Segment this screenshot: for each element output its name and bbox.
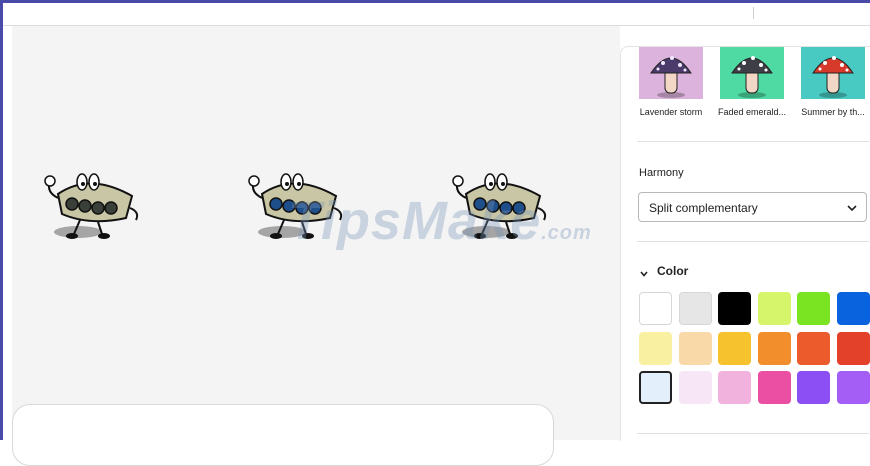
color-swatch[interactable] (757, 292, 791, 325)
bottom-card (12, 404, 554, 466)
divider (637, 433, 869, 434)
preset-thumbnail[interactable] (801, 47, 865, 99)
preset-thumbnail[interactable] (720, 47, 784, 99)
chevron-down-icon (639, 266, 649, 284)
watermark: TipsMake.com (288, 190, 592, 252)
mascot-image[interactable] (40, 162, 140, 247)
preset-label: Faded emerald... (717, 107, 787, 117)
color-swatch[interactable] (639, 371, 672, 404)
color-swatch[interactable] (718, 331, 751, 365)
color-swatch[interactable] (678, 331, 712, 365)
color-swatch[interactable] (836, 292, 870, 325)
color-swatch[interactable] (797, 292, 830, 325)
generate-panel: Lavender storm Faded emerald... Summer b… (620, 46, 870, 441)
color-swatch[interactable] (718, 292, 751, 325)
mushroom-icon (801, 47, 865, 99)
mushroom-icon (720, 47, 784, 99)
color-swatch[interactable] (757, 371, 791, 404)
preset-label: Lavender storm (639, 107, 703, 117)
color-swatch[interactable] (678, 371, 712, 404)
color-swatch[interactable] (639, 331, 672, 365)
color-section-title: Color (657, 264, 689, 278)
harmony-select[interactable]: Split complementary (638, 192, 867, 222)
color-swatch[interactable] (836, 331, 870, 365)
color-swatch[interactable] (797, 371, 830, 404)
preset-thumbnail[interactable] (639, 47, 703, 99)
watermark-suffix: .com (541, 222, 592, 244)
color-swatch[interactable] (836, 371, 870, 404)
mushroom-icon (639, 47, 703, 99)
harmony-select-value: Split complementary (649, 201, 758, 215)
color-swatch[interactable] (757, 331, 791, 365)
color-swatch[interactable] (718, 371, 751, 404)
watermark-main: TipsMake (288, 191, 542, 251)
preset-label: Summer by th... (801, 107, 865, 117)
color-swatch[interactable] (639, 292, 672, 325)
harmony-title: Harmony (639, 167, 684, 179)
toolbar-divider (753, 7, 754, 19)
top-bar (3, 3, 870, 26)
color-swatch[interactable] (678, 292, 712, 325)
divider (637, 241, 869, 242)
chevron-down-icon (846, 201, 858, 219)
divider (637, 141, 869, 142)
color-swatch[interactable] (797, 331, 830, 365)
